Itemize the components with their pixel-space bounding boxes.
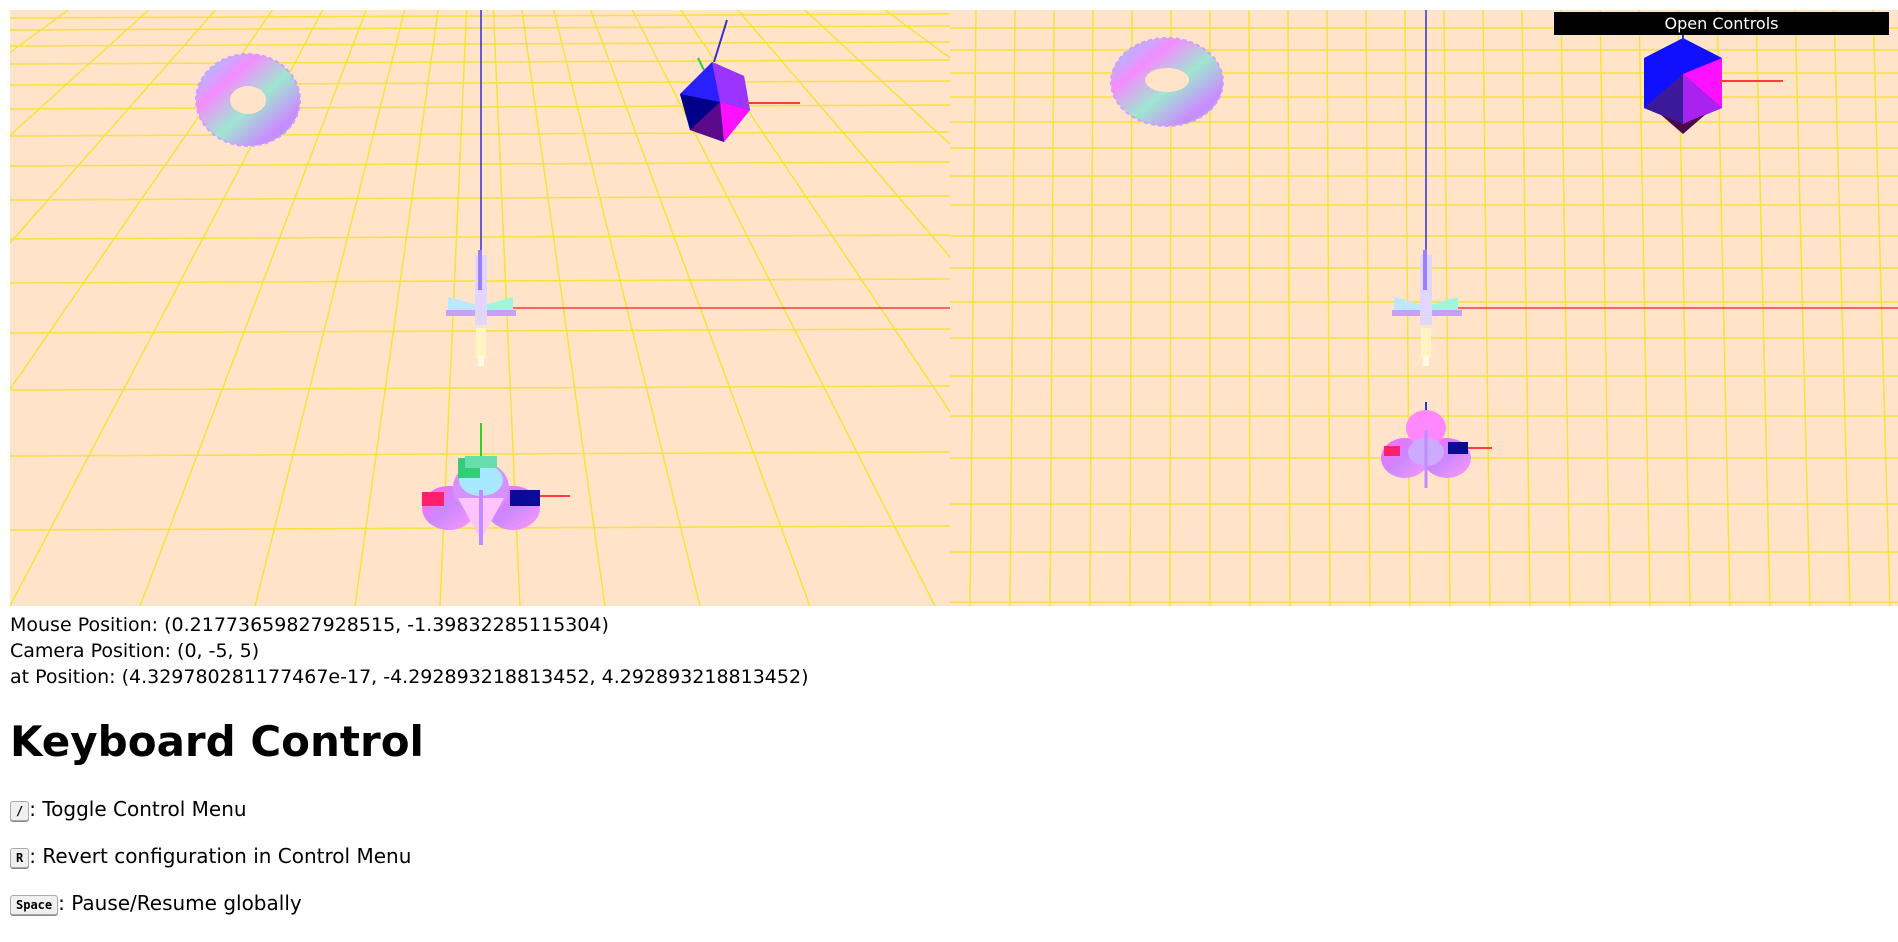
key-description: : Revert configuration in Control Menu bbox=[29, 844, 412, 868]
keyboard-control-heading: Keyboard Control bbox=[10, 717, 424, 766]
key-description: : Toggle Control Menu bbox=[29, 797, 247, 821]
scene-canvas[interactable] bbox=[10, 10, 1898, 606]
open-controls-button[interactable]: Open Controls bbox=[1554, 12, 1889, 35]
torus-model bbox=[195, 53, 301, 147]
camera-position-line: Camera Position: (0, -5, 5) bbox=[10, 638, 809, 664]
right-viewport bbox=[950, 10, 1898, 606]
torus-model-right bbox=[1110, 37, 1224, 127]
at-position-line: at Position: (4.329780281177467e-17, -4.… bbox=[10, 664, 809, 690]
keyboard-item: R: Revert configuration in Control Menu bbox=[10, 843, 411, 869]
info-panel: Mouse Position: (0.21773659827928515, -1… bbox=[10, 612, 809, 690]
scene-viewports[interactable]: Open Controls bbox=[10, 10, 1898, 606]
key-description: : Pause/Resume globally bbox=[58, 891, 302, 915]
mouse-position-label: Mouse Position: bbox=[10, 614, 165, 636]
key-slash: / bbox=[10, 800, 30, 821]
key-r: R bbox=[10, 847, 30, 868]
keyboard-item: /: Toggle Control Menu bbox=[10, 796, 247, 822]
camera-position-label: Camera Position: bbox=[10, 640, 178, 662]
key-space: Space bbox=[10, 894, 59, 915]
at-position-value: (4.329780281177467e-17, -4.2928932188134… bbox=[121, 666, 809, 688]
at-position-label: at Position: bbox=[10, 666, 122, 688]
keyboard-item: Space: Pause/Resume globally bbox=[10, 890, 302, 916]
camera-position-value: (0, -5, 5) bbox=[177, 640, 260, 662]
mouse-position-line: Mouse Position: (0.21773659827928515, -1… bbox=[10, 612, 809, 638]
mouse-position-value: (0.21773659827928515, -1.39832285115304) bbox=[164, 614, 609, 636]
